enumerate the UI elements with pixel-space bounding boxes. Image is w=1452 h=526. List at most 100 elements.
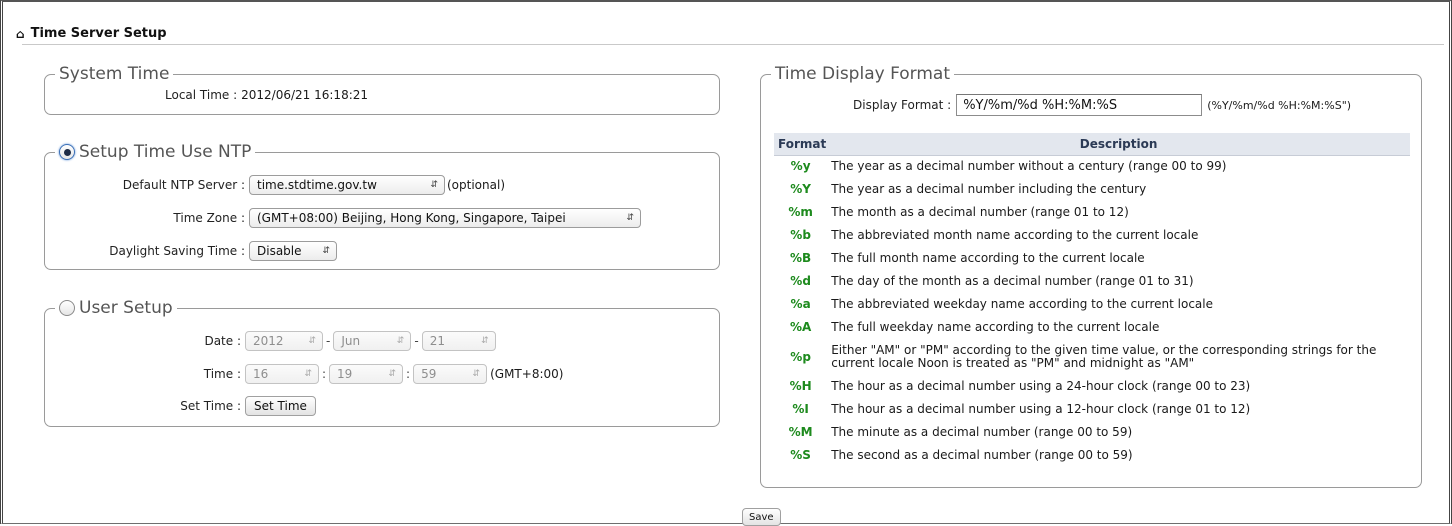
format-description: The abbreviated weekday name according t… [831,297,1213,311]
format-description: The day of the month as a decimal number… [831,274,1194,288]
local-time-value: 2012/06/21 16:18:21 [241,88,369,102]
month-value: Jun [341,334,361,348]
time-separator: : [322,367,327,381]
ntp-panel: Setup Time Use NTP Default NTP Server : … [44,141,720,270]
second-value: 59 [421,367,437,381]
select-arrows-icon: ⇵ [481,336,489,346]
display-format-label: Display Format : [853,98,952,112]
table-row: %b The abbreviated month name according t… [774,224,1410,247]
select-arrows-icon: ⇵ [626,213,634,223]
user-setup-radio[interactable] [59,300,75,316]
date-label: Date : [204,334,241,348]
table-row: %H The hour as a decimal number using a 2… [774,375,1410,398]
format-description: The hour as a decimal number using a 24-… [831,379,1251,393]
format-description: The hour as a decimal number using a 12-… [831,402,1251,416]
select-arrows-icon: ⇵ [308,336,316,346]
column-header-description: Description [827,133,1410,156]
hour-select[interactable]: 16 ⇵ [245,364,319,384]
date-separator: - [414,334,419,348]
system-time-panel: System Time Local Time : 2012/06/21 16:1… [44,63,720,115]
format-code: %I [792,402,809,416]
format-code: %m [788,205,813,219]
format-code: %b [790,228,811,242]
format-description: The full weekday name according to the c… [831,320,1160,334]
table-row: %m The month as a decimal number (range 0… [774,201,1410,224]
table-row: %M The minute as a decimal number (range … [774,421,1410,444]
format-code: %A [789,320,812,334]
select-arrows-icon: ⇵ [388,369,397,379]
ntp-legend-text: Setup Time Use NTP [79,142,252,162]
format-code: %S [790,448,811,462]
second-select[interactable]: 59 ⇵ [413,364,488,384]
page-title: ⌂ Time Server Setup [16,26,167,41]
format-code: %y [790,159,811,174]
table-row: %p Either "AM" or "PM" according to the g… [774,339,1410,375]
select-arrows-icon: ⇵ [304,369,312,379]
ntp-legend: Setup Time Use NTP [55,141,256,163]
system-time-legend: System Time [55,63,174,85]
format-description: The month as a decimal number (range 01 … [831,205,1129,219]
display-format-input[interactable] [956,94,1203,116]
format-description: The second as a decimal number (range 00… [831,448,1133,462]
dst-label: Daylight Saving Time : [109,244,245,258]
ntp-server-hint: (optional) [447,178,505,192]
table-row: %y The year as a decimal number without a… [774,155,1410,178]
dst-value: Disable [257,244,302,258]
table-header-row: Format Description [774,133,1410,156]
timezone-note: (GMT+8:00) [490,367,564,381]
select-arrows-icon: ⇵ [472,369,481,379]
table-row: %I The hour as a decimal number using a 1… [774,398,1410,421]
user-setup-legend: User Setup [55,297,177,319]
hour-value: 16 [253,367,269,381]
format-code: %a [790,297,811,311]
day-value: 21 [429,334,445,348]
dst-select[interactable]: Disable ⇵ [249,241,337,261]
year-select[interactable]: 2012 ⇵ [245,331,323,351]
title-divider [22,44,1444,45]
set-time-button[interactable]: Set Time [245,396,316,416]
user-setup-legend-text: User Setup [79,298,173,318]
format-code: %p [790,349,811,364]
format-code: %Y [790,182,811,196]
format-description: The abbreviated month name according to … [831,228,1199,242]
minute-select[interactable]: 19 ⇵ [329,364,404,384]
day-select[interactable]: 21 ⇵ [421,331,496,351]
table-row: %S The second as a decimal number (range … [774,444,1410,467]
timezone-select[interactable]: (GMT+08:00) Beijing, Hong Kong, Singapor… [249,208,641,228]
timezone-value: (GMT+08:00) Beijing, Hong Kong, Singapor… [257,211,566,225]
table-row: %a The abbreviated weekday name according… [774,293,1410,316]
date-separator: - [326,334,331,348]
format-code: %M [788,425,813,439]
format-description: The minute as a decimal number (range 00… [831,425,1133,439]
month-select[interactable]: Jun ⇵ [333,331,412,351]
table-row: %Y The year as a decimal number including… [774,178,1410,201]
format-code: %d [790,274,811,288]
save-button[interactable]: Save [742,508,781,526]
display-format-hint: (%Y/%m/%d %H:%M:%S") [1207,98,1352,112]
display-format-legend: Time Display Format [771,63,954,85]
year-value: 2012 [253,334,284,348]
select-arrows-icon: ⇵ [430,180,438,190]
minute-value: 19 [337,367,353,381]
format-description: The year as a decimal number including t… [831,182,1147,196]
format-code: %H [789,379,812,393]
column-header-format: Format [774,133,828,156]
table-row: %d The day of the month as a decimal numb… [774,270,1410,293]
table-row: %B The full month name according to the c… [774,247,1410,270]
time-separator: : [406,367,411,381]
table-row: %A The full weekday name according to the… [774,316,1410,339]
timezone-label: Time Zone : [173,211,245,225]
local-time-label: Local Time : [165,88,238,102]
user-setup-panel: User Setup Date : 2012 ⇵ - Jun ⇵ - 21 ⇵ … [44,297,720,427]
ntp-server-select[interactable]: time.stdtime.gov.tw ⇵ [249,175,445,195]
select-arrows-icon: ⇵ [322,246,330,256]
format-table: Format Description %y The year as a decim… [774,133,1410,467]
format-description: The year as a decimal number without a c… [831,159,1227,174]
ntp-server-value: time.stdtime.gov.tw [257,178,377,192]
ntp-radio[interactable] [59,144,75,160]
format-description: Either "AM" or "PM" according to the giv… [831,343,1377,370]
ntp-server-label: Default NTP Server : [122,178,245,192]
select-arrows-icon: ⇵ [396,336,405,346]
format-code: %B [790,251,812,265]
home-icon: ⌂ [16,26,25,41]
